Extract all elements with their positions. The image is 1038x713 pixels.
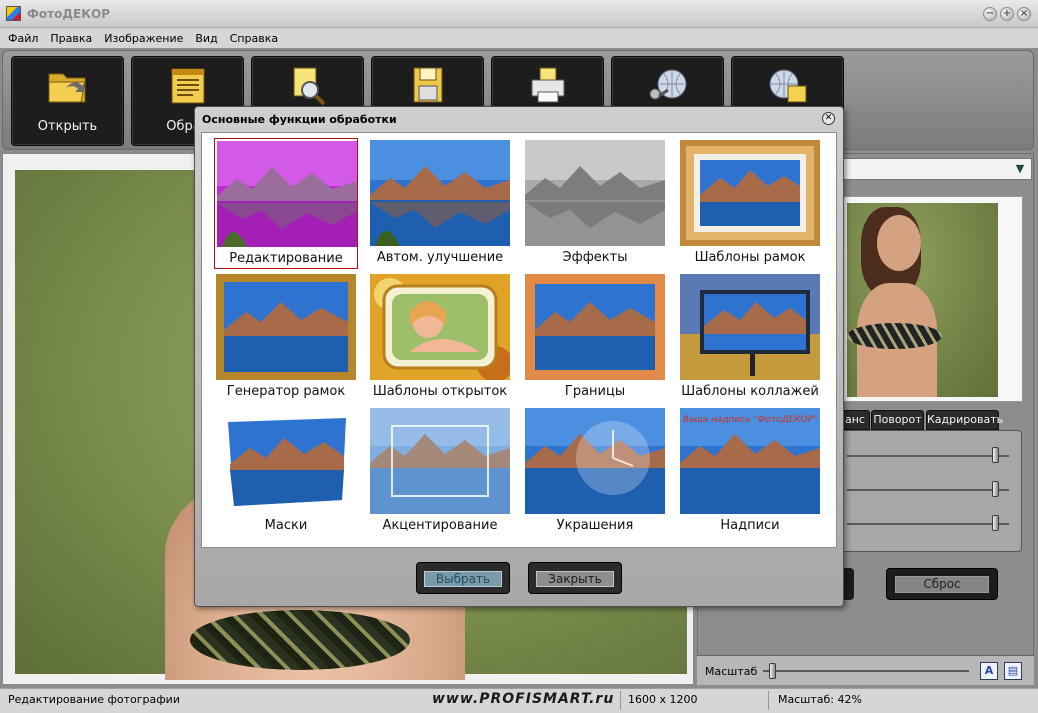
menu-view[interactable]: Вид bbox=[187, 28, 221, 45]
tile-label: Автом. улучшение bbox=[376, 250, 504, 265]
watermark: www.PROFISMART.ru bbox=[432, 691, 615, 707]
search-document-icon bbox=[293, 67, 326, 106]
preview-head bbox=[877, 215, 921, 271]
slider-3-thumb[interactable] bbox=[992, 515, 1000, 531]
tile-frame-generator[interactable]: Генератор рамок bbox=[214, 272, 358, 403]
preview-image bbox=[847, 203, 998, 397]
tile-editing[interactable]: Редактирование bbox=[214, 138, 358, 269]
slider-1-thumb[interactable] bbox=[992, 447, 1000, 463]
status-divider bbox=[768, 691, 769, 710]
reset-button[interactable]: Сброс bbox=[886, 568, 998, 600]
accent-thumbnail bbox=[370, 408, 510, 514]
frame-templates-thumbnail bbox=[680, 140, 820, 246]
tile-card-templates[interactable]: Шаблоны открыток bbox=[368, 272, 512, 403]
tile-label: Генератор рамок bbox=[226, 384, 346, 399]
zoom-fit-icon[interactable]: A bbox=[980, 662, 998, 680]
status-resolution: 1600 x 1200 bbox=[628, 693, 698, 706]
tile-label: Шаблоны открыток bbox=[372, 384, 508, 399]
adjust-sliders bbox=[840, 430, 1022, 552]
collage-templates-thumbnail bbox=[680, 274, 820, 380]
tab-balance[interactable]: анс bbox=[840, 410, 870, 430]
slider-track bbox=[847, 455, 1009, 457]
frame-generator-thumbnail bbox=[216, 274, 356, 380]
document-list-icon bbox=[171, 68, 205, 104]
tile-borders[interactable]: Границы bbox=[523, 272, 667, 403]
photo-snake bbox=[190, 610, 410, 670]
editing-thumbnail bbox=[217, 141, 357, 247]
tile-collage-templates[interactable]: Шаблоны коллажей bbox=[678, 272, 822, 403]
borders-thumbnail bbox=[525, 274, 665, 380]
tile-auto-enhance[interactable]: Автом. улучшение bbox=[368, 138, 512, 269]
menu-image[interactable]: Изображение bbox=[96, 28, 187, 45]
tile-label: Надписи bbox=[720, 518, 780, 533]
preview-panel bbox=[840, 196, 1023, 402]
reset-button-label: Сброс bbox=[895, 576, 989, 593]
zoom-track[interactable] bbox=[763, 670, 969, 672]
masks-thumbnail bbox=[216, 408, 356, 514]
globe-web-icon bbox=[769, 69, 807, 103]
tile-label: Шаблоны рамок bbox=[694, 250, 806, 265]
tile-label: Эффекты bbox=[562, 250, 628, 265]
status-divider bbox=[620, 691, 621, 710]
status-zoom: Масштаб: 42% bbox=[778, 693, 862, 706]
tab-crop[interactable]: Кадрировать bbox=[926, 410, 1003, 430]
menu-help[interactable]: Справка bbox=[222, 28, 282, 45]
tile-accent[interactable]: Акцентирование bbox=[368, 406, 512, 537]
zoom-slider-thumb[interactable] bbox=[769, 663, 777, 679]
slider-track bbox=[847, 489, 1009, 491]
zoom-row: Масштаб A ▤ bbox=[697, 655, 1034, 685]
close-button-label: Закрыть bbox=[536, 571, 614, 587]
folder-open-icon bbox=[48, 73, 86, 103]
tile-label: Украшения bbox=[556, 518, 634, 533]
menu-bar: Файл Правка Изображение Вид Справка bbox=[0, 28, 1038, 48]
tile-effects[interactable]: Эффекты bbox=[523, 138, 667, 269]
open-button[interactable]: Открыть bbox=[11, 56, 124, 146]
tile-label: Маски bbox=[264, 518, 308, 533]
captions-thumbnail: Ваша надпись "ФотоДЕКОР" bbox=[680, 408, 820, 514]
tile-label: Акцентирование bbox=[382, 518, 498, 533]
tile-masks[interactable]: Маски bbox=[214, 406, 358, 537]
decorations-thumbnail bbox=[525, 408, 665, 514]
close-dialog-button[interactable]: Закрыть bbox=[528, 562, 622, 594]
slider-2-thumb[interactable] bbox=[992, 481, 1000, 497]
tile-captions[interactable]: Ваша надпись "ФотоДЕКОР" Надписи bbox=[678, 406, 822, 537]
zoom-page-icon[interactable]: ▤ bbox=[1004, 662, 1022, 680]
functions-grid: Редактирование Автом. улучшение Эффекты bbox=[201, 132, 837, 548]
card-templates-thumbnail bbox=[370, 274, 510, 380]
print-icon bbox=[531, 67, 565, 103]
select-button[interactable]: Выбрать bbox=[416, 562, 510, 594]
dialog-title: Основные функции обработки bbox=[202, 113, 397, 126]
tile-label: Редактирование bbox=[229, 251, 343, 266]
select-button-label: Выбрать bbox=[424, 571, 502, 587]
status-message: Редактирование фотографии bbox=[8, 693, 180, 706]
preview-snake bbox=[847, 323, 942, 349]
maximize-button[interactable]: + bbox=[1000, 7, 1014, 21]
functions-dialog: Основные функции обработки ✕ Редактирова… bbox=[194, 106, 844, 607]
zoom-label: Масштаб bbox=[705, 665, 758, 678]
open-button-label: Открыть bbox=[37, 119, 98, 134]
menu-edit[interactable]: Правка bbox=[42, 28, 96, 45]
globe-key-icon bbox=[649, 69, 687, 100]
tile-label: Шаблоны коллажей bbox=[681, 384, 819, 399]
menu-file[interactable]: Файл bbox=[0, 28, 42, 45]
window-title: ФотоДЕКОР bbox=[27, 7, 111, 21]
chevron-down-icon[interactable]: ▼ bbox=[1013, 163, 1027, 175]
close-window-button[interactable]: × bbox=[1017, 7, 1031, 21]
minimize-button[interactable]: − bbox=[983, 7, 997, 21]
tile-frame-templates[interactable]: Шаблоны рамок bbox=[678, 138, 822, 269]
status-bar: Редактирование фотографии www.PROFISMART… bbox=[0, 688, 1038, 713]
tile-decorations[interactable]: Украшения bbox=[523, 406, 667, 537]
preset-dropdown[interactable]: ▼ bbox=[840, 158, 1032, 180]
caption-sample-text: Ваша надпись "ФотоДЕКОР" bbox=[683, 415, 818, 425]
close-icon[interactable]: ✕ bbox=[822, 112, 835, 125]
save-disk-icon bbox=[413, 67, 443, 103]
title-bar: ФотоДЕКОР − + × bbox=[0, 0, 1038, 28]
slider-track bbox=[847, 523, 1009, 525]
effects-thumbnail bbox=[525, 140, 665, 246]
tab-rotate[interactable]: Поворот bbox=[871, 410, 924, 430]
app-icon bbox=[6, 6, 21, 21]
tile-label: Границы bbox=[564, 384, 626, 399]
auto-enhance-thumbnail bbox=[370, 140, 510, 246]
